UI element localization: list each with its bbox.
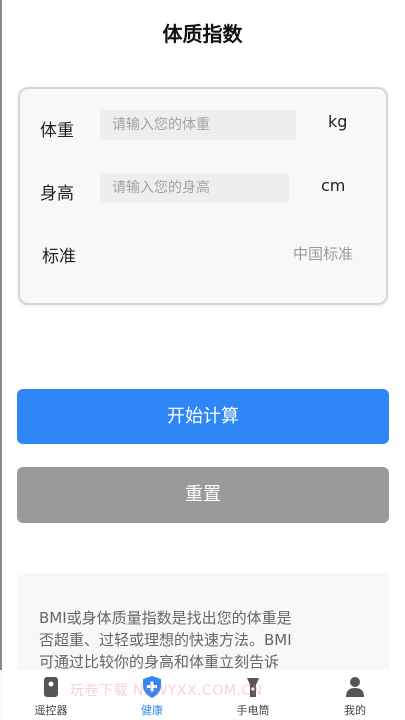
page-title: 体质指数 bbox=[162, 22, 243, 46]
tab-mine[interactable]: 我的 bbox=[320, 670, 390, 720]
bottom-tab-bar: 遥控器 健康 手电筒 我的 bbox=[0, 670, 405, 720]
weight-label: 体重 bbox=[40, 121, 74, 141]
bmi-input-card: 体重 kg 身高 cm 标准 中国标准 bbox=[18, 87, 388, 305]
info-line: 否超重、过轻或理想的快速方法。BMI bbox=[39, 631, 292, 649]
standard-select[interactable]: 中国标准 bbox=[293, 243, 353, 264]
tab-flashlight[interactable]: 手电筒 bbox=[218, 670, 288, 720]
weight-input[interactable] bbox=[100, 110, 296, 140]
reset-button[interactable]: 重置 bbox=[17, 467, 389, 523]
height-label: 身高 bbox=[40, 184, 74, 204]
info-line: BMI或身体质量指数是找出您的体重是 bbox=[39, 609, 292, 627]
tab-health[interactable]: 健康 bbox=[117, 670, 187, 720]
user-icon bbox=[346, 677, 364, 697]
flashlight-icon bbox=[247, 678, 259, 697]
weight-unit: kg bbox=[328, 112, 348, 131]
height-unit: cm bbox=[321, 176, 346, 195]
tab-label: 健康 bbox=[141, 704, 163, 717]
height-input[interactable] bbox=[100, 173, 289, 203]
health-shield-icon bbox=[143, 676, 161, 698]
window-left-edge bbox=[0, 0, 2, 720]
remote-icon bbox=[44, 677, 58, 697]
tab-remote[interactable]: 遥控器 bbox=[16, 670, 86, 720]
tab-label: 遥控器 bbox=[34, 704, 68, 717]
start-calculate-button[interactable]: 开始计算 bbox=[17, 389, 389, 444]
tab-label: 我的 bbox=[344, 704, 366, 717]
standard-label: 标准 bbox=[42, 247, 76, 267]
tab-label: 手电筒 bbox=[236, 704, 270, 717]
